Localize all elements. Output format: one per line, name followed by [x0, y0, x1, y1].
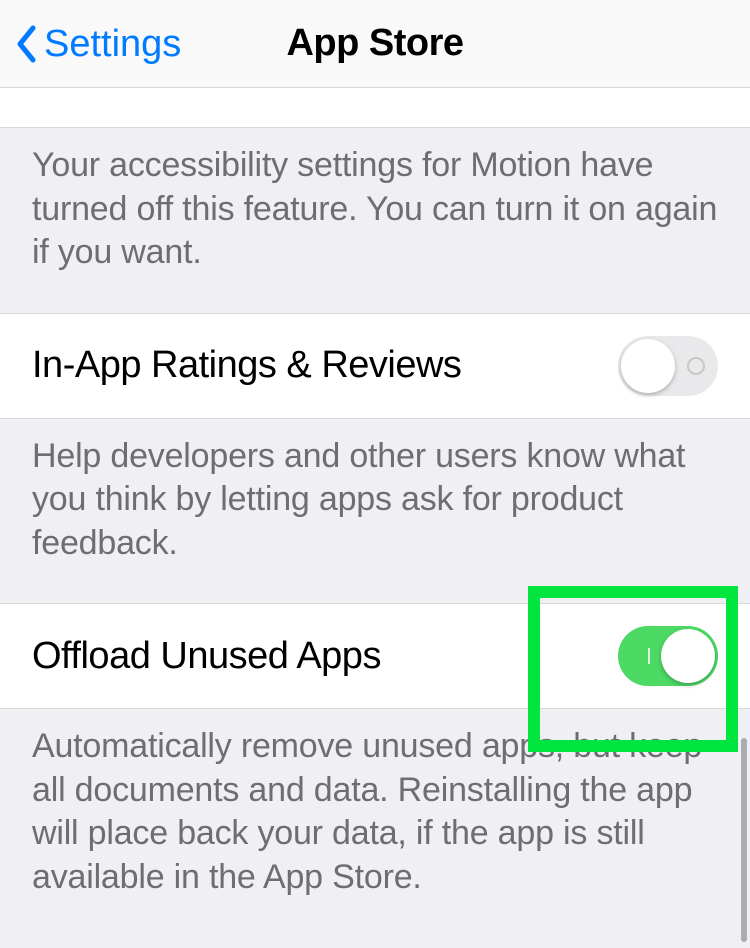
switch-knob [661, 629, 715, 683]
ratings-reviews-switch[interactable] [618, 336, 718, 396]
offload-row: Offload Unused Apps [0, 603, 750, 709]
back-label: Settings [44, 23, 181, 66]
navigation-bar: Settings App Store [0, 0, 750, 88]
content: Video Autoplay On Your accessibility set… [0, 88, 750, 937]
ratings-reviews-row: In-App Ratings & Reviews [0, 313, 750, 419]
offload-label: Offload Unused Apps [32, 635, 381, 678]
switch-knob [621, 339, 675, 393]
page-title: App Store [286, 22, 463, 65]
chevron-left-icon [12, 22, 40, 66]
ratings-reviews-label: In-App Ratings & Reviews [32, 344, 461, 387]
video-autoplay-row[interactable]: Video Autoplay On [0, 88, 750, 128]
back-button[interactable]: Settings [12, 0, 181, 88]
motion-footer: Your accessibility settings for Motion h… [0, 128, 750, 313]
ratings-footer: Help developers and other users know wha… [0, 419, 750, 604]
offload-footer: Automatically remove unused apps, but ke… [0, 709, 750, 937]
scrollbar[interactable] [741, 738, 747, 942]
offload-switch[interactable] [618, 626, 718, 686]
